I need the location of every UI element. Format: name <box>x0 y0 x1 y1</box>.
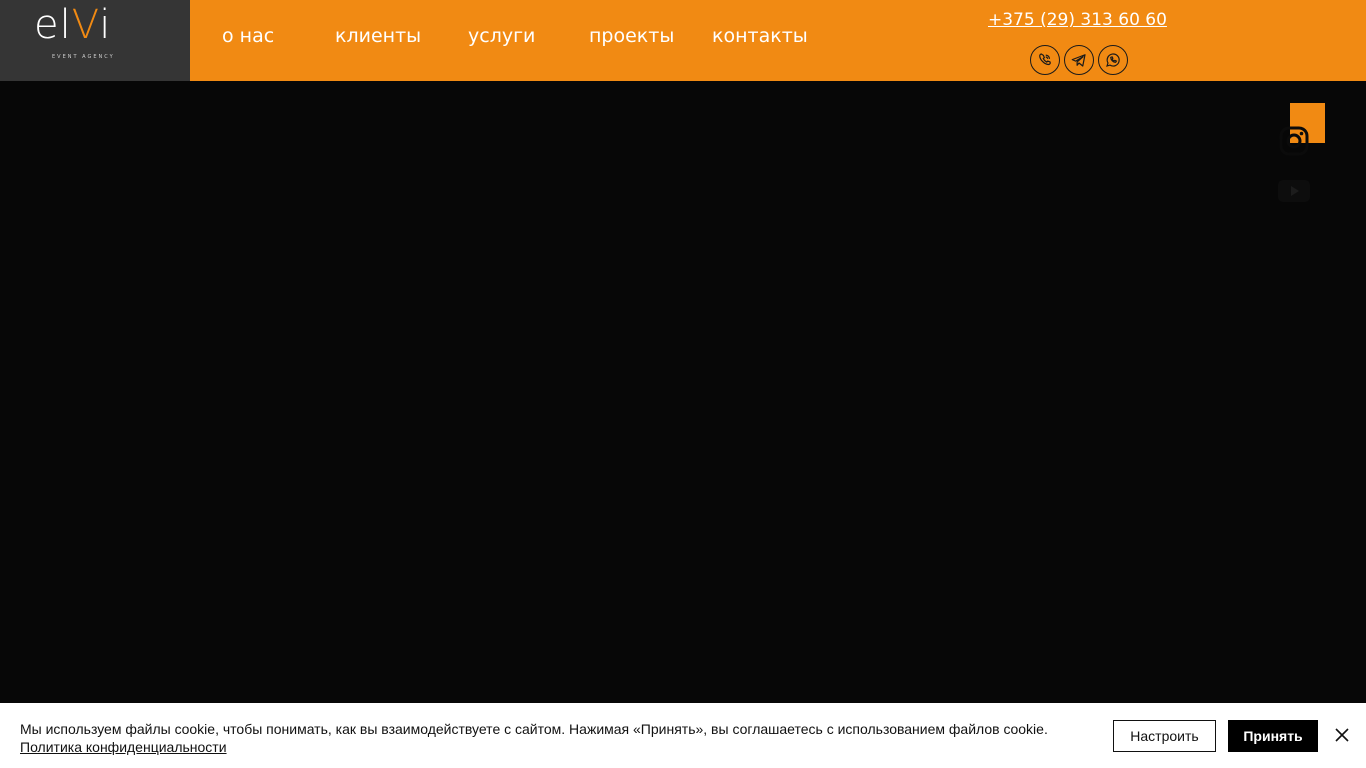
page: elVi EVENT AGENCY о нас клиенты услуги п… <box>0 0 1366 768</box>
whatsapp-icon[interactable] <box>1098 45 1128 75</box>
cookie-accept-button[interactable]: Принять <box>1228 720 1318 752</box>
logo[interactable]: elVi EVENT AGENCY <box>0 0 190 81</box>
phone-link[interactable]: +375 (29) 313 60 60 <box>988 10 1167 30</box>
nav-about[interactable]: о нас <box>222 24 274 48</box>
youtube-icon[interactable] <box>1278 180 1310 202</box>
cookie-banner: Мы используем файлы cookie, чтобы понима… <box>0 703 1366 768</box>
instagram-icon[interactable] <box>1279 126 1309 156</box>
cookie-message: Мы используем файлы cookie, чтобы понима… <box>20 721 1048 755</box>
close-icon[interactable] <box>1334 727 1350 743</box>
nav-services[interactable]: услуги <box>468 24 535 48</box>
logo-tagline: EVENT AGENCY <box>52 54 115 60</box>
logo-wordmark: elVi <box>34 2 112 48</box>
nav-clients[interactable]: клиенты <box>335 24 421 48</box>
telegram-icon[interactable] <box>1064 45 1094 75</box>
cookie-settings-button[interactable]: Настроить <box>1113 720 1216 752</box>
nav-contacts[interactable]: контакты <box>712 24 808 48</box>
viber-icon[interactable] <box>1030 45 1060 75</box>
privacy-policy-link[interactable]: Политика конфиденциальности <box>20 739 227 755</box>
nav-projects[interactable]: проекты <box>589 24 674 48</box>
site-header: elVi EVENT AGENCY о нас клиенты услуги п… <box>0 0 1366 81</box>
